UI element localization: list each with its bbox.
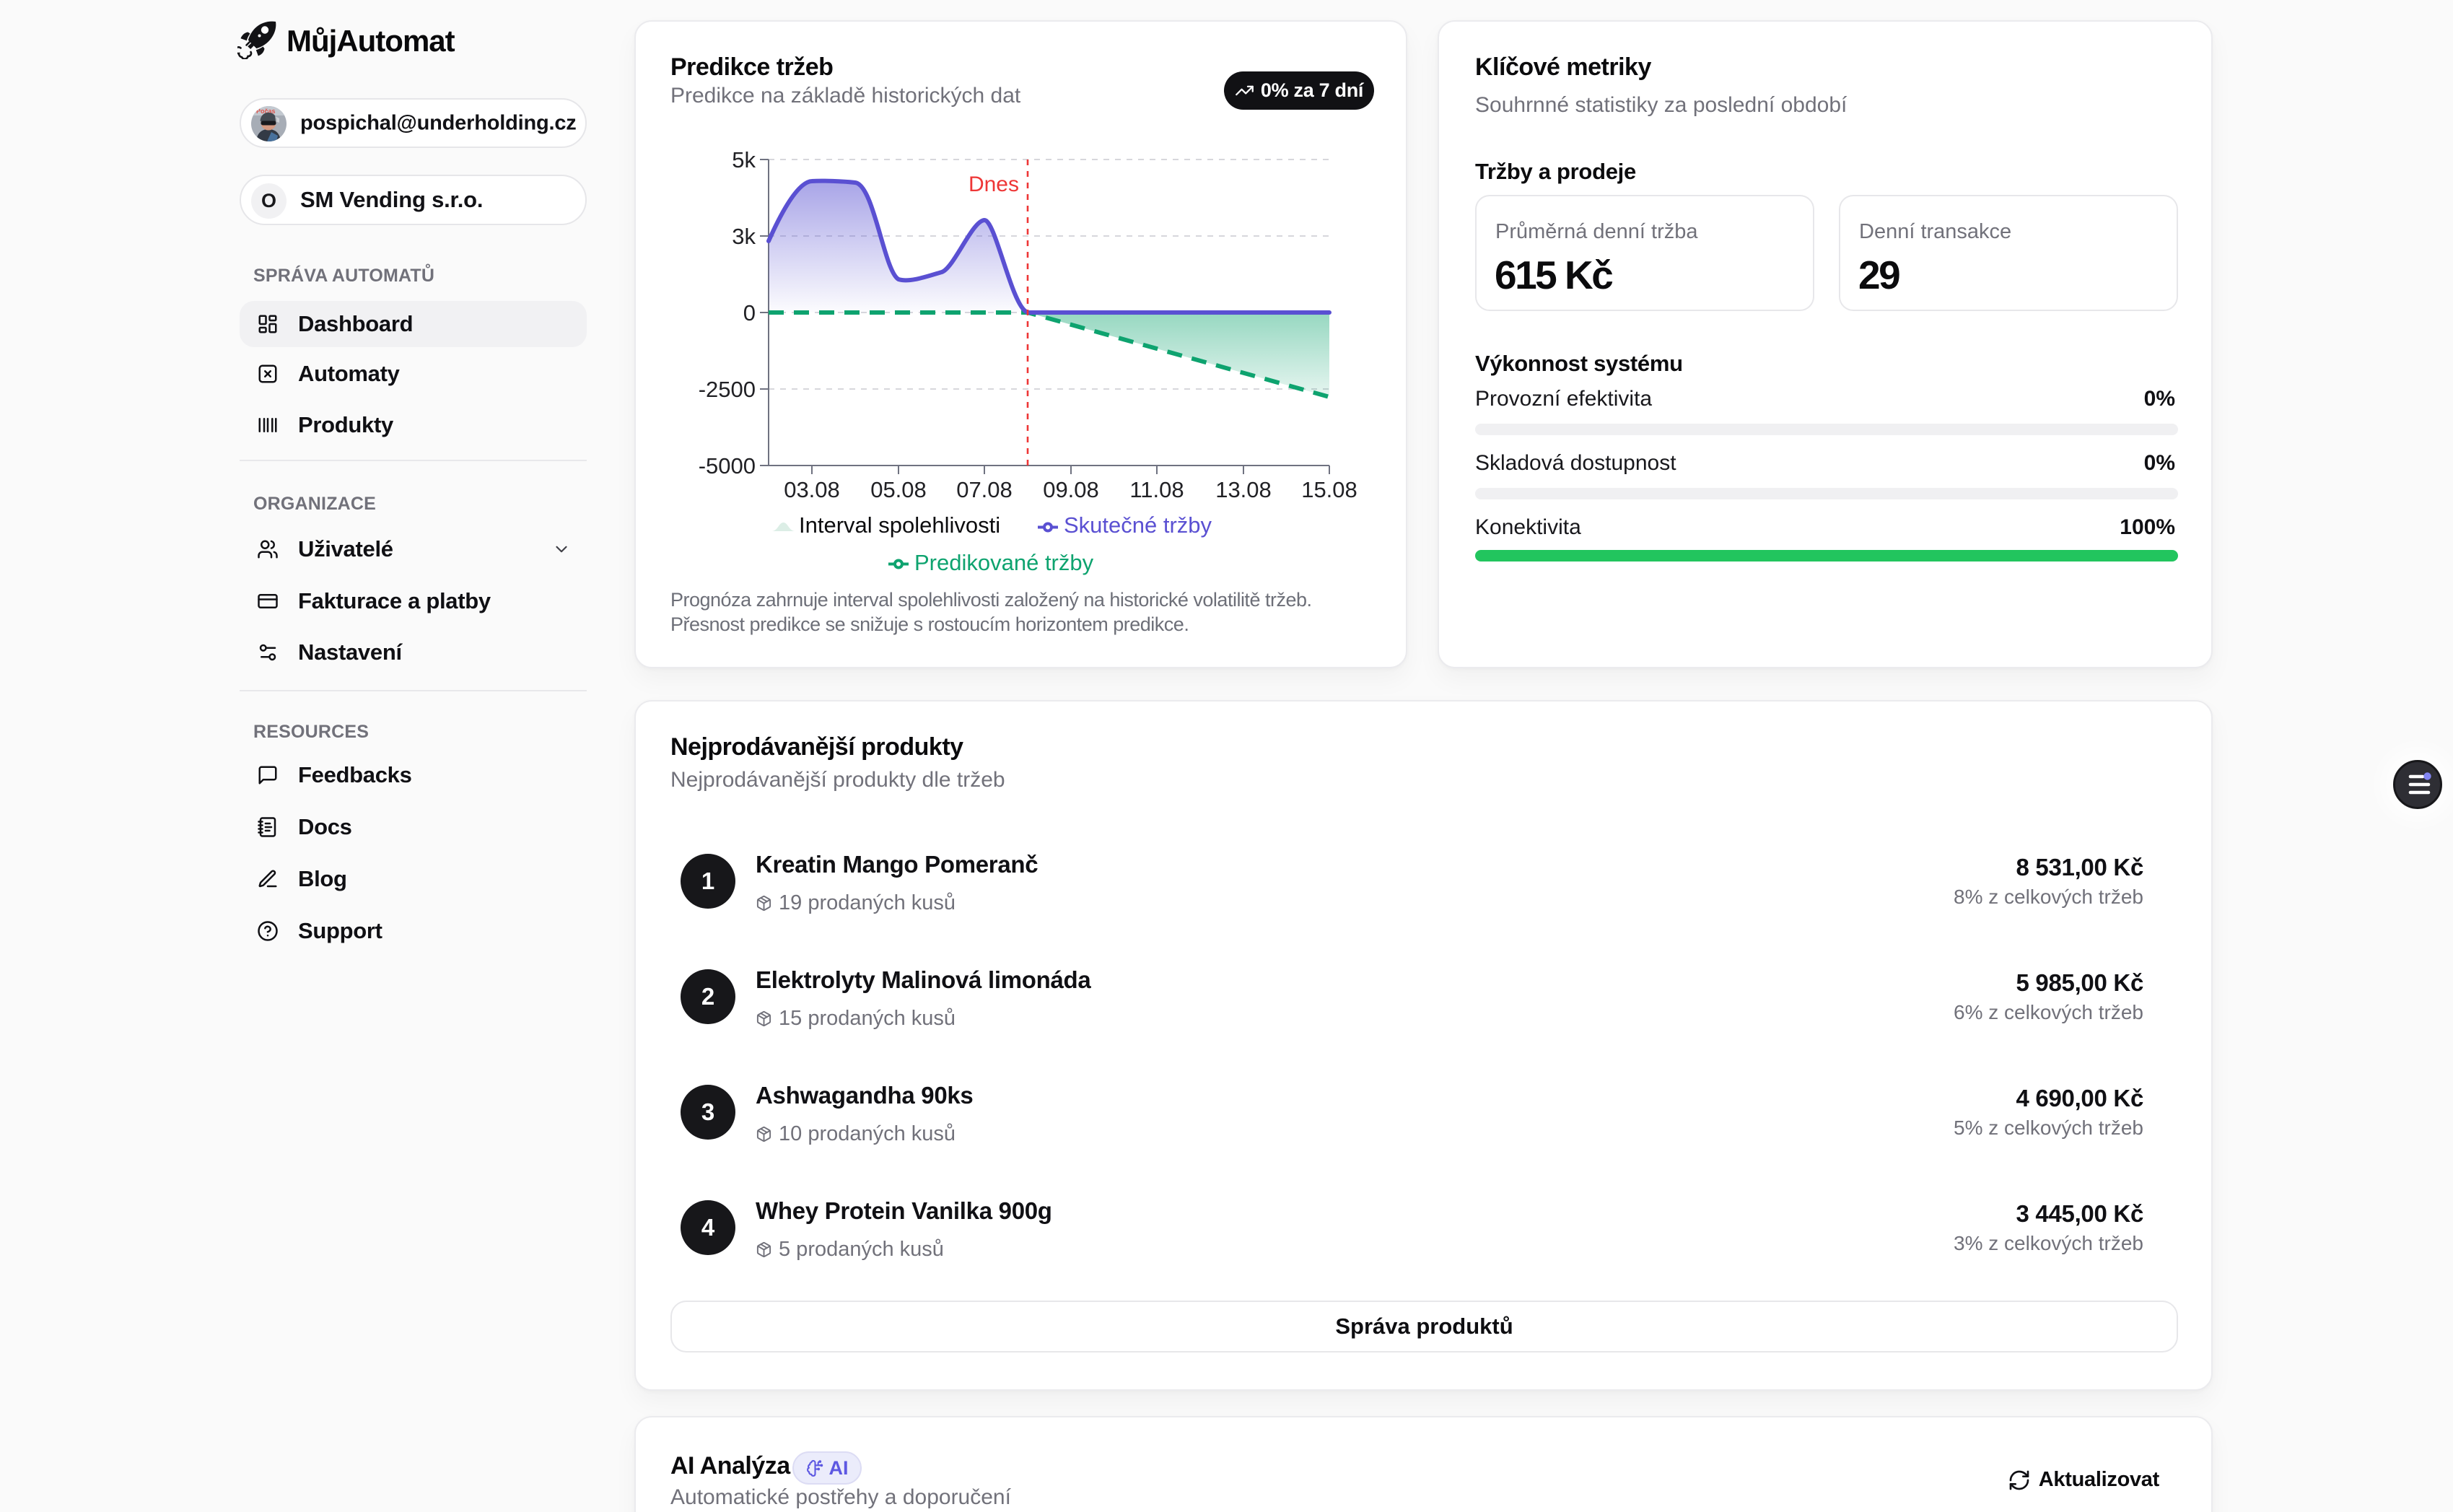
svg-text:07.08: 07.08 — [956, 477, 1013, 502]
svg-text:15.08: 15.08 — [1301, 477, 1357, 502]
svg-text:03.08: 03.08 — [784, 477, 840, 502]
svg-text:05.08: 05.08 — [870, 477, 927, 502]
svg-text:3k: 3k — [732, 224, 756, 249]
svg-text:0: 0 — [743, 300, 756, 325]
svg-text:-5000: -5000 — [699, 453, 756, 478]
svg-text:Dnes: Dnes — [968, 172, 1019, 196]
svg-text:09.08: 09.08 — [1043, 477, 1099, 502]
svg-text:13.08: 13.08 — [1215, 477, 1272, 502]
svg-text:-2500: -2500 — [699, 377, 756, 402]
svg-text:5k: 5k — [732, 147, 756, 172]
svg-text:11.08: 11.08 — [1129, 477, 1184, 502]
